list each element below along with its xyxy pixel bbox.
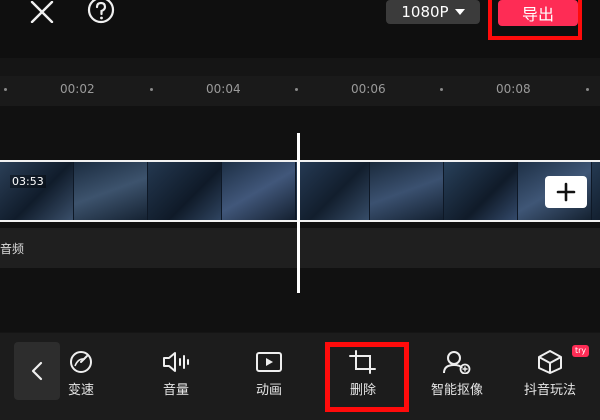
add-clip-button[interactable] [545, 176, 587, 208]
help-button[interactable] [86, 0, 116, 24]
audio-track-label: 音频 [0, 242, 25, 256]
try-badge: try [572, 345, 590, 357]
close-icon [30, 1, 54, 23]
export-highlight-box [488, 0, 582, 40]
tick-label: 00:02 [60, 82, 95, 96]
time-ruler: 00:02 00:04 00:06 00:08 [0, 76, 600, 106]
tick-label: 00:04 [206, 82, 241, 96]
tool-animation-label: 动画 [255, 383, 282, 398]
tick-dot [295, 88, 298, 91]
tool-douyin-play-label: 抖音玩法 [523, 383, 576, 398]
tool-speed[interactable]: 变速 [46, 350, 116, 400]
video-thumbnail [74, 162, 148, 220]
tick-dot [150, 88, 153, 91]
video-thumbnail [148, 162, 222, 220]
volume-icon [163, 352, 189, 372]
resolution-dropdown[interactable]: 1080P [386, 0, 480, 24]
tick-label: 00:06 [351, 82, 386, 96]
tool-smart-cutout-label: 智能抠像 [430, 383, 483, 398]
video-thumbnail [370, 162, 444, 220]
video-thumbnail [222, 162, 296, 220]
playhead[interactable] [297, 133, 300, 293]
animation-icon [256, 352, 282, 372]
video-thumbnail [0, 162, 74, 220]
thumbnail-strip [0, 162, 600, 220]
close-button[interactable] [26, 0, 58, 24]
tool-smart-cutout[interactable]: 智能抠像 [422, 350, 492, 400]
video-thumbnail [444, 162, 518, 220]
help-icon [87, 0, 115, 24]
tool-volume-label: 音量 [162, 383, 189, 398]
caret-down-icon [454, 9, 465, 15]
speed-icon [70, 351, 92, 373]
tick-dot [4, 88, 7, 91]
cube-icon [538, 350, 562, 374]
video-thumbnail [296, 162, 370, 220]
delete-highlight-box [325, 342, 409, 412]
smart-cutout-icon [443, 351, 471, 374]
tick-label: 00:08 [496, 82, 531, 96]
tool-volume[interactable]: 音量 [141, 350, 211, 400]
audio-track[interactable] [0, 228, 600, 268]
resolution-label: 1080P [401, 3, 449, 21]
tick-dot [440, 88, 443, 91]
plus-icon [556, 182, 576, 202]
clip-duration: 03:53 [10, 175, 46, 188]
tool-speed-label: 变速 [67, 383, 94, 398]
tool-douyin-play[interactable]: 抖音玩法 [515, 350, 585, 400]
tool-animation[interactable]: 动画 [234, 350, 304, 400]
video-clip-track[interactable] [0, 160, 600, 222]
video-thumbnail [592, 162, 600, 220]
chevron-left-icon [31, 361, 43, 381]
tick-dot [586, 88, 589, 91]
